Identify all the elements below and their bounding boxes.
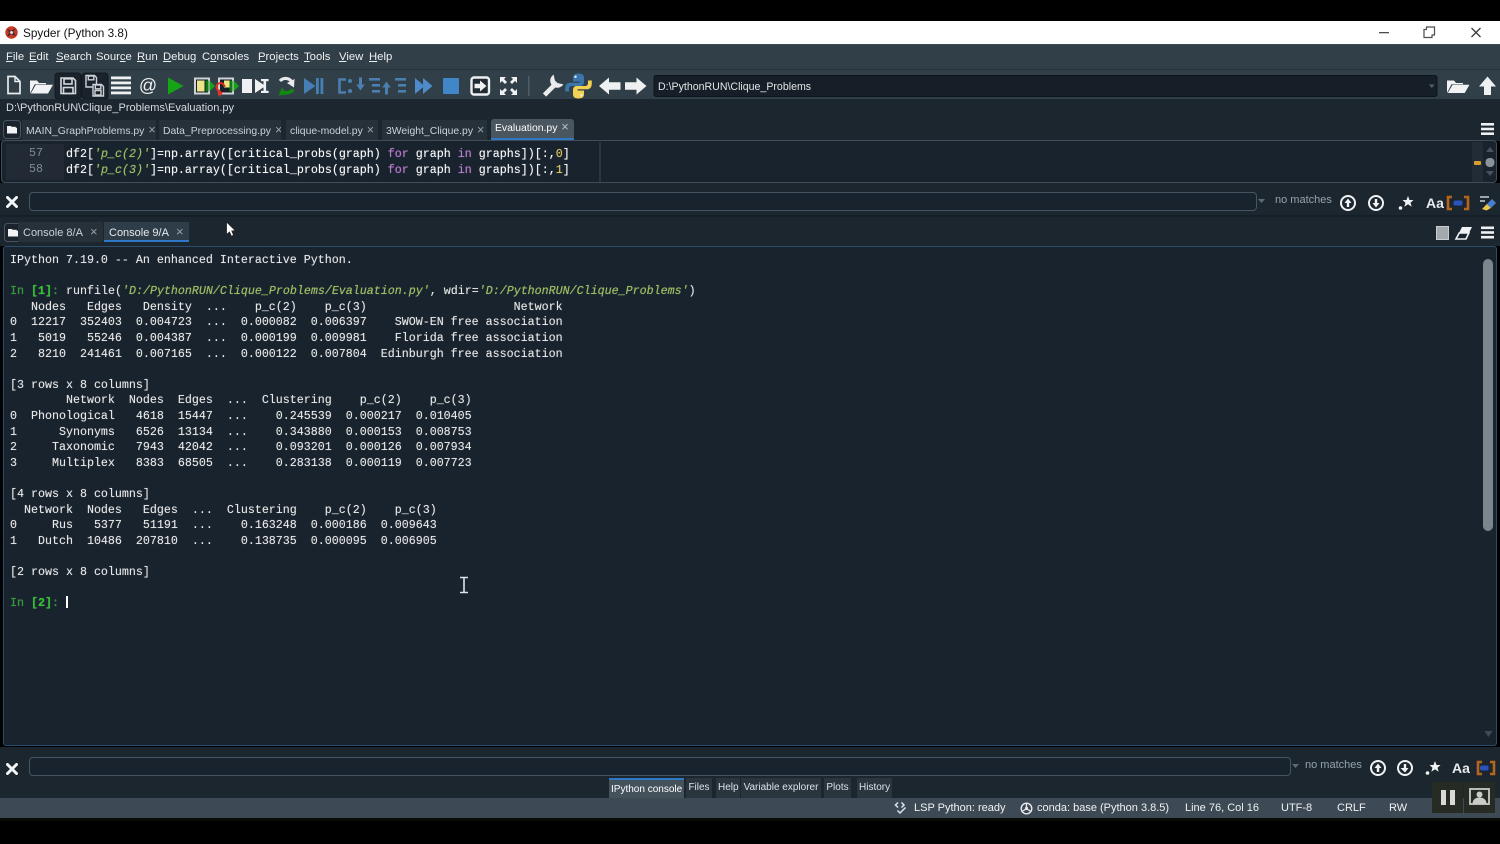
svg-text:@: @: [139, 76, 157, 96]
svg-text:Aa: Aa: [1452, 760, 1470, 776]
svg-text:Aa: Aa: [1426, 195, 1444, 211]
svg-text:D:\PythonRUN\Clique_Problems: D:\PythonRUN\Clique_Problems: [658, 81, 811, 93]
